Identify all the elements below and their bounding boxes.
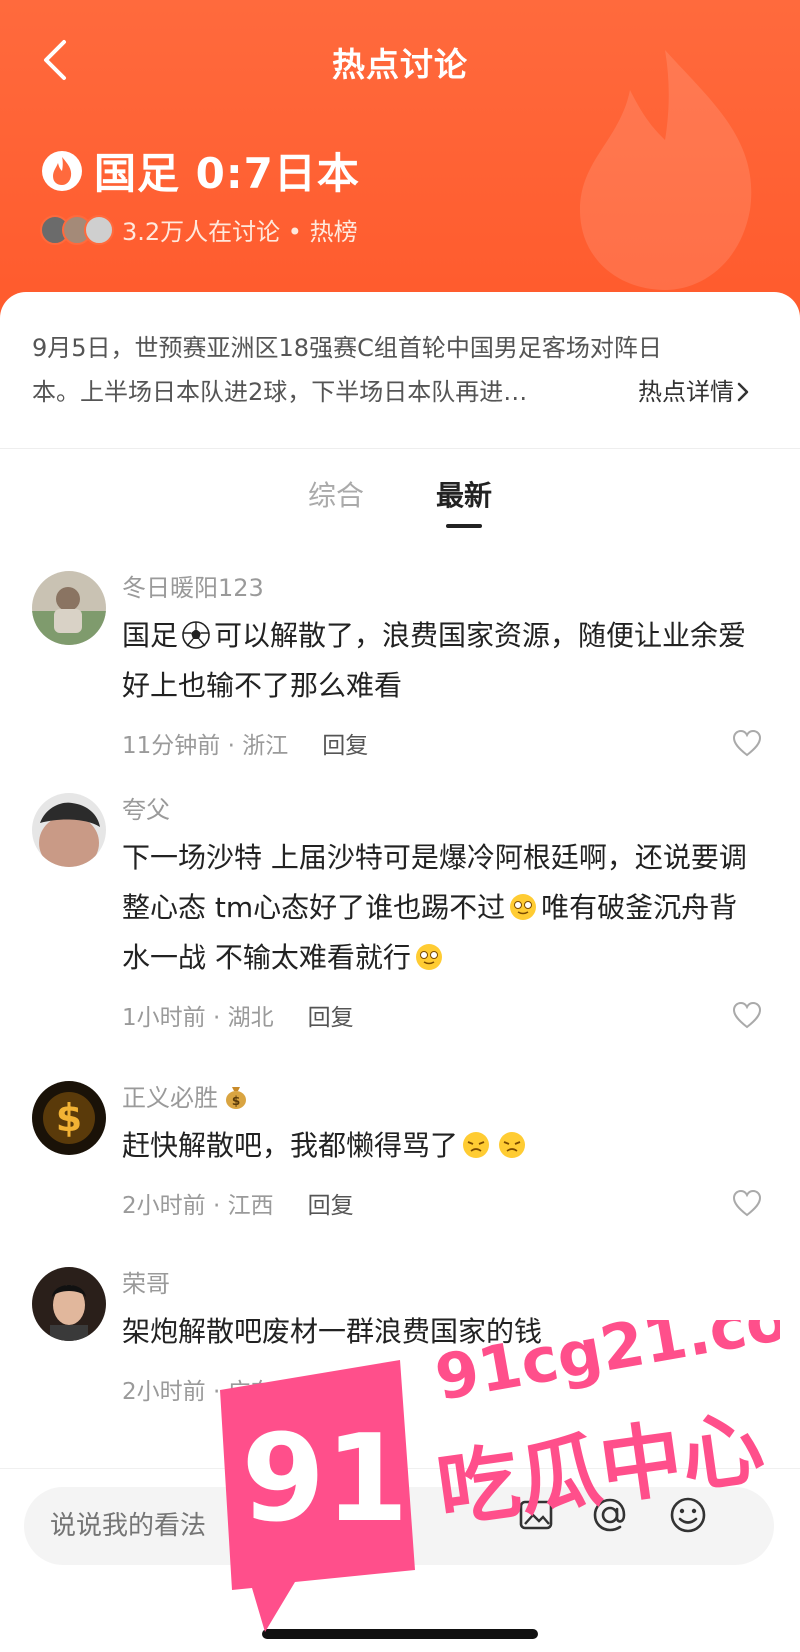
reply-button[interactable]: 回复 — [308, 998, 354, 1032]
comment-time: 1小时前 · 湖北 — [122, 1005, 274, 1031]
tab-indicator — [446, 524, 482, 528]
comment-footer: 1小时前 · 湖北 回复 — [122, 995, 762, 1035]
participant-avatars — [40, 214, 114, 245]
money-bag-icon: $ — [226, 1087, 246, 1109]
author-name: 正义必胜 — [122, 1084, 218, 1112]
comment-text: 赶快解散吧，我都懒得骂了 — [122, 1121, 760, 1171]
topic-header: 热点讨论 国足 0:7日本 3.2万人在讨论 • 热榜 — [0, 0, 800, 330]
watermark-domain: 91cg21.com — [430, 1320, 780, 1415]
annoyed-face-icon — [463, 1132, 490, 1158]
summary-line: 9月5日，世预赛亚洲区18强赛C组首轮中国男足客场对阵日 — [32, 334, 662, 362]
comment-text-part: 可以解散了，浪费国家资源，随便让业余爱好上也输不了那么难看 — [122, 619, 747, 702]
reply-button[interactable]: 回复 — [322, 726, 368, 760]
reply-button[interactable]: 回复 — [308, 1186, 354, 1220]
heart-icon[interactable] — [732, 729, 762, 757]
flame-decoration-icon — [580, 50, 752, 290]
topic-row: 国足 0:7日本 — [40, 140, 360, 201]
watermark-logo: 91 91cg21.com 吃瓜中心 — [220, 1320, 780, 1632]
comment-time: 2小时前 · 江西 — [122, 1193, 274, 1219]
chevron-right-icon — [737, 382, 749, 402]
annoyed-face-icon — [499, 1132, 526, 1158]
topic-meta: 3.2万人在讨论 • 热榜 — [40, 212, 358, 247]
summary-card[interactable]: 9月5日，世预赛亚洲区18强赛C组首轮中国男足客场对阵日 本。上半场日本队进2球… — [0, 292, 800, 448]
avatar[interactable]: $ — [32, 1081, 106, 1155]
comment-author[interactable]: 荣哥 — [122, 1261, 760, 1301]
smiling-face-icon — [415, 944, 442, 970]
discussion-count: 3.2万人在讨论 • 热榜 — [122, 218, 358, 246]
avatar — [84, 214, 114, 245]
svg-text:$: $ — [56, 1096, 82, 1140]
details-link[interactable]: 热点详情 — [638, 370, 752, 414]
avatar[interactable] — [32, 1267, 106, 1341]
summary-line: 本。上半场日本队进2球，下半场日本队再进… — [32, 378, 528, 406]
comment-text: 国足 可以解散了，浪费国家资源，随便让业余爱好上也输不了那么难看 — [122, 611, 760, 711]
comment-item: $ 正义必胜 $ 赶快解散吧，我都懒得骂了 2小时前 · 江西 回复 — [0, 1075, 800, 1241]
divider — [0, 448, 800, 449]
soccer-ball-icon — [182, 621, 210, 649]
page-title: 热点讨论 — [332, 45, 468, 84]
topic-title: 国足 0:7日本 — [94, 149, 360, 198]
comment-footer: 11分钟前 · 浙江 回复 — [122, 723, 762, 763]
watermark-number: 91 — [242, 1410, 409, 1549]
heart-icon[interactable] — [732, 1189, 762, 1217]
comment-item: 夸父 下一场沙特 上届沙特可是爆冷阿根廷啊，还说要调整心态 tm心态好了谁也踢不… — [0, 787, 800, 1055]
comment-time: 11分钟前 · 浙江 — [122, 733, 289, 759]
tab-bar: 综合 最新 — [0, 474, 800, 528]
comment-footer: 2小时前 · 江西 回复 — [122, 1183, 762, 1223]
comment-text-part: 赶快解散吧，我都懒得骂了 — [122, 1129, 459, 1162]
avatar[interactable] — [32, 571, 106, 645]
summary-text: 9月5日，世预赛亚洲区18强赛C组首轮中国男足客场对阵日 本。上半场日本队进2球… — [32, 326, 752, 414]
svg-text:$: $ — [232, 1094, 240, 1108]
tab-latest[interactable]: 最新 — [436, 474, 492, 528]
details-link-label: 热点详情 — [638, 378, 734, 406]
comment-text: 下一场沙特 上届沙特可是爆冷阿根廷啊，还说要调整心态 tm心态好了谁也踢不过 唯… — [122, 833, 760, 983]
avatar[interactable] — [32, 793, 106, 867]
comment-author[interactable]: 正义必胜 $ — [122, 1075, 760, 1115]
comment-item: 冬日暖阳123 国足 可以解散了，浪费国家资源，随便让业余爱好上也输不了那么难看… — [0, 565, 800, 765]
tab-comprehensive[interactable]: 综合 — [308, 474, 364, 528]
comment-author[interactable]: 夸父 — [122, 787, 760, 827]
heart-icon[interactable] — [732, 1001, 762, 1029]
tab-label: 最新 — [436, 479, 493, 512]
smiling-face-icon — [510, 894, 537, 920]
hot-topic-icon — [42, 150, 82, 191]
comment-text-part: 国足 — [122, 619, 179, 652]
comment-list: 冬日暖阳123 国足 可以解散了，浪费国家资源，随便让业余爱好上也输不了那么难看… — [0, 565, 800, 1427]
watermark-name: 吃瓜中心 — [432, 1400, 770, 1540]
tab-label: 综合 — [307, 479, 364, 512]
comment-author[interactable]: 冬日暖阳123 — [122, 565, 760, 605]
